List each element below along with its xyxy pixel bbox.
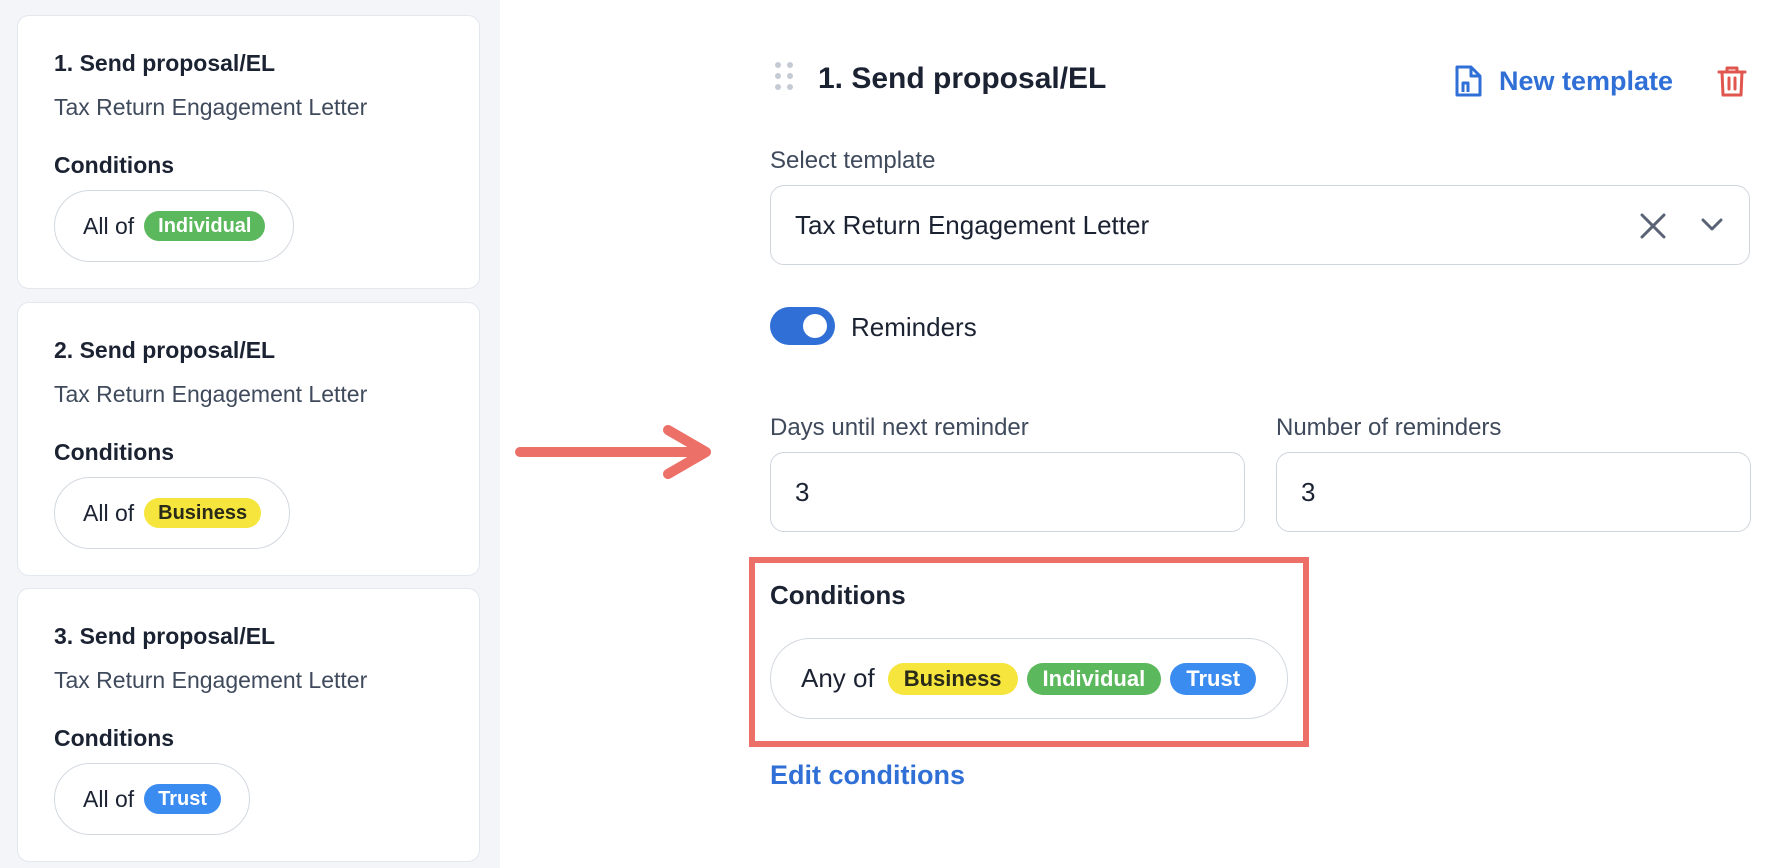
tag-business: Business: [144, 498, 262, 528]
conditions-prefix: All of: [83, 785, 135, 812]
new-template-button[interactable]: New template: [1453, 64, 1673, 98]
step-card-1[interactable]: 1. Send proposal/EL Tax Return Engagemen…: [17, 15, 480, 289]
number-of-reminders-label: Number of reminders: [1276, 414, 1502, 441]
page-title: 1. Send proposal/EL: [818, 62, 1107, 95]
conditions-prefix: Any of: [801, 663, 875, 693]
file-plus-icon: [1455, 65, 1482, 97]
step-card-2[interactable]: 2. Send proposal/EL Tax Return Engagemen…: [17, 302, 480, 576]
step-card-conditions-pill: All of Business: [54, 477, 291, 549]
number-of-reminders-input[interactable]: 3: [1276, 452, 1751, 532]
step-card-conditions-label: Conditions: [54, 725, 175, 751]
template-select-value: Tax Return Engagement Letter: [795, 210, 1150, 240]
clear-icon[interactable]: [1639, 212, 1667, 240]
step-card-subtitle: Tax Return Engagement Letter: [54, 94, 368, 120]
conditions-prefix: All of: [83, 212, 135, 239]
number-of-reminders-value: 3: [1301, 476, 1316, 507]
select-template-label: Select template: [770, 147, 936, 174]
step-card-title: 1. Send proposal/EL: [54, 50, 276, 76]
template-select[interactable]: Tax Return Engagement Letter: [770, 185, 1750, 265]
arrow-right-icon: [515, 425, 711, 479]
reminders-label: Reminders: [851, 312, 977, 342]
condition-list-panel: 1. Send proposal/EL Tax Return Engagemen…: [0, 0, 500, 868]
conditions-prefix: All of: [83, 499, 135, 526]
step-card-conditions-pill: All of Trust: [54, 763, 251, 835]
new-template-label: New template: [1499, 65, 1674, 96]
tag-trust: Trust: [144, 784, 222, 814]
days-until-next-reminder-label: Days until next reminder: [770, 414, 1029, 441]
step-card-title: 3. Send proposal/EL: [54, 623, 276, 649]
tag-trust: Trust: [1170, 662, 1257, 695]
reminders-toggle[interactable]: [770, 307, 835, 345]
step-card-conditions-label: Conditions: [54, 439, 175, 465]
trash-icon[interactable]: [1716, 64, 1748, 98]
conditions-label: Conditions: [770, 580, 906, 610]
step-card-subtitle: Tax Return Engagement Letter: [54, 381, 368, 407]
toggle-knob: [803, 314, 827, 338]
tag-business: Business: [887, 662, 1018, 695]
step-card-conditions-label: Conditions: [54, 152, 175, 178]
days-until-next-reminder-input[interactable]: 3: [770, 452, 1245, 532]
chevron-down-icon[interactable]: [1701, 218, 1723, 232]
step-card-title: 2. Send proposal/EL: [54, 337, 276, 363]
edit-conditions-link[interactable]: Edit conditions: [770, 760, 965, 791]
drag-handle-icon[interactable]: [772, 60, 796, 92]
tag-individual: Individual: [1026, 662, 1162, 695]
conditions-pill: Any of Business Individual Trust: [770, 638, 1288, 719]
step-card-3[interactable]: 3. Send proposal/EL Tax Return Engagemen…: [17, 588, 480, 862]
step-card-conditions-pill: All of Individual: [54, 190, 295, 262]
step-card-subtitle: Tax Return Engagement Letter: [54, 667, 368, 693]
days-until-next-reminder-value: 3: [795, 476, 810, 507]
tag-individual: Individual: [144, 211, 266, 241]
